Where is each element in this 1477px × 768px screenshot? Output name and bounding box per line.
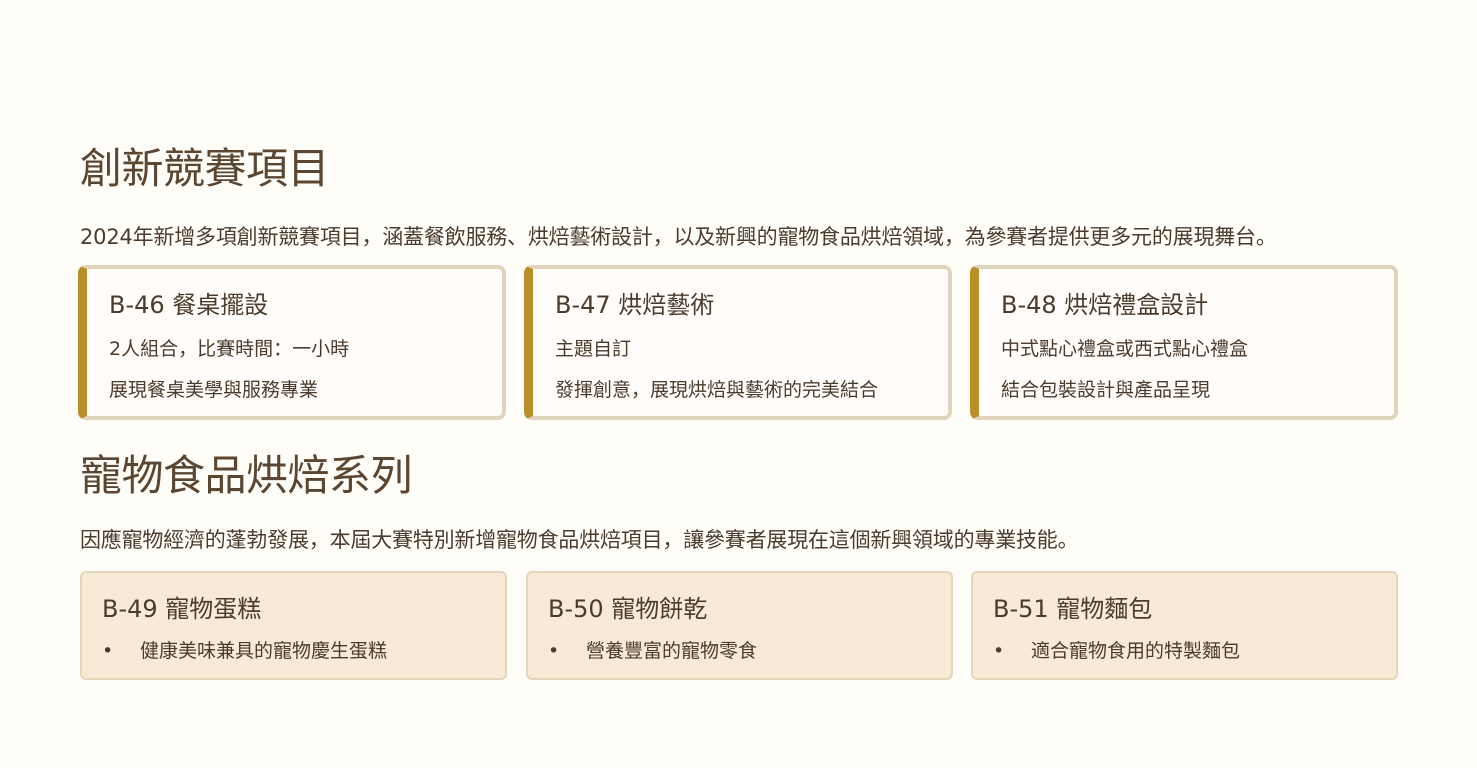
list-item: • 適合寵物食用的特製麵包	[993, 642, 1240, 661]
list-item: • 健康美味兼具的寵物慶生蛋糕	[102, 642, 387, 661]
list-item-text: 營養豐富的寵物零食	[586, 640, 758, 662]
list-item: • 營養豐富的寵物零食	[548, 642, 757, 661]
list-item-text: 適合寵物食用的特製麵包	[1031, 640, 1241, 662]
pet-card-b51: B-51 寵物麵包 • 適合寵物食用的特製麵包	[971, 571, 1398, 680]
pet-section-description: 因應寵物經濟的蓬勃發展，本屆大賽特別新增寵物食品烘焙項目，讓參賽者展現在這個新興…	[80, 528, 1079, 552]
card-title: B-51 寵物麵包	[993, 595, 1153, 623]
pet-card-b49: B-49 寵物蛋糕 • 健康美味兼具的寵物慶生蛋糕	[80, 571, 507, 680]
card-detail: 發揮創意，展現烘焙與藝術的完美結合	[555, 379, 879, 401]
card-detail: 結合包裝設計與產品呈現	[1001, 379, 1211, 401]
card-title: B-48 烘焙禮盒設計	[1001, 291, 1209, 319]
innovation-card-b47: B-47 烘焙藝術 主題自訂 發揮創意，展現烘焙與藝術的完美結合	[524, 265, 952, 420]
card-detail: 主題自訂	[555, 338, 632, 360]
pet-section-title: 寵物食品烘焙系列	[80, 451, 413, 500]
innovation-card-b46: B-46 餐桌擺設 2人組合，比賽時間：一小時 展現餐桌美學與服務專業	[78, 265, 506, 420]
card-title: B-49 寵物蛋糕	[102, 595, 262, 623]
card-title: B-46 餐桌擺設	[109, 291, 269, 319]
innovation-card-list: B-46 餐桌擺設 2人組合，比賽時間：一小時 展現餐桌美學與服務專業 B-47…	[78, 265, 1398, 420]
innovation-section-title: 創新競賽項目	[80, 144, 330, 193]
card-detail: 展現餐桌美學與服務專業	[109, 379, 319, 401]
innovation-section-description: 2024年新增多項創新競賽項目，涵蓋餐飲服務、烘焙藝術設計，以及新興的寵物食品烘…	[80, 225, 1277, 249]
list-item-text: 健康美味兼具的寵物慶生蛋糕	[140, 640, 388, 662]
innovation-card-b48: B-48 烘焙禮盒設計 中式點心禮盒或西式點心禮盒 結合包裝設計與產品呈現	[970, 265, 1398, 420]
card-detail: 2人組合，比賽時間：一小時	[109, 338, 350, 360]
card-detail: 中式點心禮盒或西式點心禮盒	[1001, 338, 1249, 360]
card-title: B-50 寵物餅乾	[548, 595, 708, 623]
bullet-icon: •	[102, 640, 114, 662]
card-title: B-47 烘焙藝術	[555, 291, 715, 319]
bullet-icon: •	[993, 640, 1005, 662]
pet-card-list: B-49 寵物蛋糕 • 健康美味兼具的寵物慶生蛋糕 B-50 寵物餅乾 • 營養豐富…	[80, 571, 1398, 681]
bullet-icon: •	[548, 640, 560, 662]
pet-card-b50: B-50 寵物餅乾 • 營養豐富的寵物零食	[526, 571, 953, 680]
